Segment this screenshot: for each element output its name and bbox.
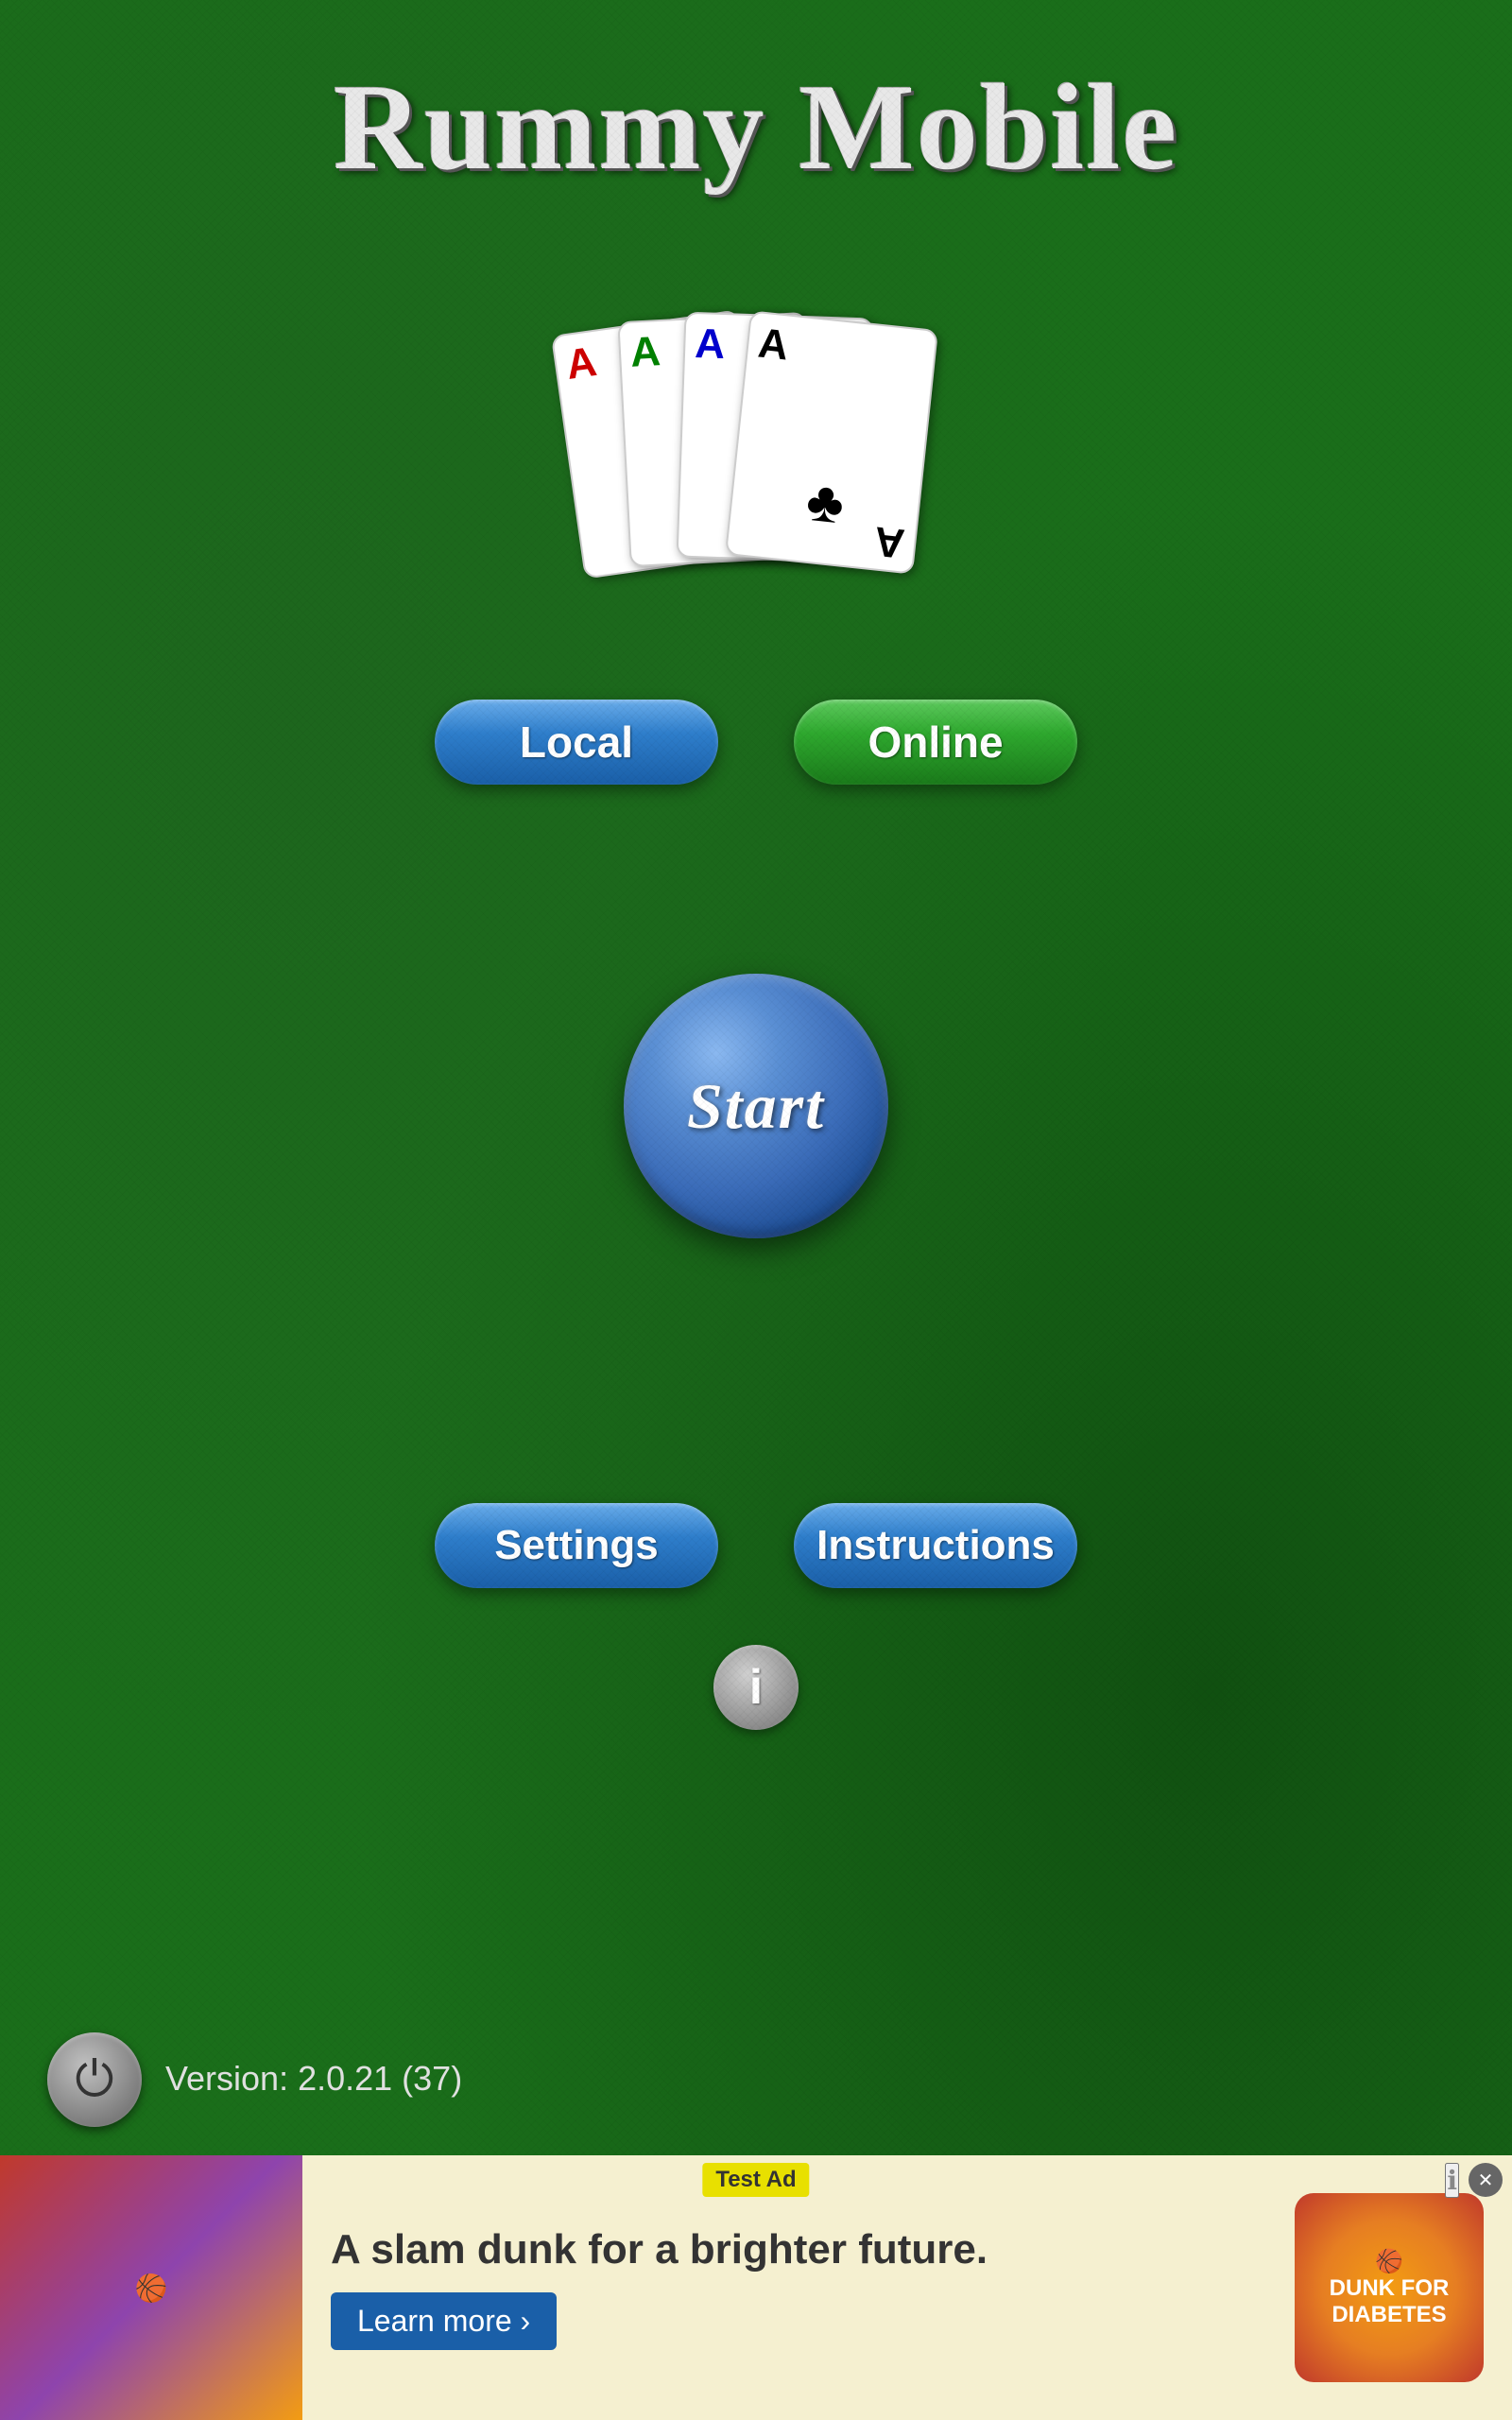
secondary-buttons-container: Settings Instructions xyxy=(0,1503,1512,1588)
ad-image-placeholder: 🏀 xyxy=(135,2273,168,2304)
card-4-suit: ♣ xyxy=(803,468,847,537)
instructions-button[interactable]: Instructions xyxy=(794,1503,1077,1588)
ad-logo: 🏀DUNK FORDIABETES xyxy=(1295,2193,1484,2382)
start-button[interactable]: Start xyxy=(624,974,888,1238)
ad-image: 🏀 xyxy=(0,2155,302,2420)
power-button[interactable]: ⏻ xyxy=(47,2032,142,2127)
card-4-letter: A xyxy=(756,322,926,381)
card-4-bottom: A xyxy=(872,519,906,563)
ad-close-button[interactable]: ✕ xyxy=(1469,2163,1503,2197)
ad-banner: Test Ad ℹ ✕ 🏀 A slam dunk for a brighter… xyxy=(0,2155,1512,2420)
info-button[interactable]: i xyxy=(713,1645,799,1730)
info-container: i xyxy=(0,1645,1512,1730)
start-container: Start xyxy=(0,974,1512,1238)
ad-cta-button[interactable]: Learn more › xyxy=(331,2292,557,2350)
local-button[interactable]: Local xyxy=(435,700,718,785)
app-title: Rummy Mobile xyxy=(0,0,1512,199)
online-button[interactable]: Online xyxy=(794,700,1077,785)
power-icon: ⏻ xyxy=(75,2051,113,2109)
ad-info-icon[interactable]: ℹ xyxy=(1445,2163,1459,2198)
mode-buttons-container: Local Online xyxy=(0,700,1512,785)
settings-button[interactable]: Settings xyxy=(435,1503,718,1588)
ad-content: A slam dunk for a brighter future. Learn… xyxy=(302,2207,1295,2369)
card-4: A ♣ A xyxy=(725,310,938,574)
ad-test-label: Test Ad xyxy=(702,2163,809,2197)
version-text: Version: 2.0.21 (37) xyxy=(165,2059,462,2099)
ad-logo-text: 🏀DUNK FORDIABETES xyxy=(1330,2248,1450,2328)
cards-display: A ♥ A A ♣ A A ♦ A A ♣ A xyxy=(0,312,1512,567)
ad-headline: A slam dunk for a brighter future. xyxy=(331,2226,1266,2273)
cards-image: A ♥ A A ♣ A A ♦ A A ♣ A xyxy=(567,312,945,567)
